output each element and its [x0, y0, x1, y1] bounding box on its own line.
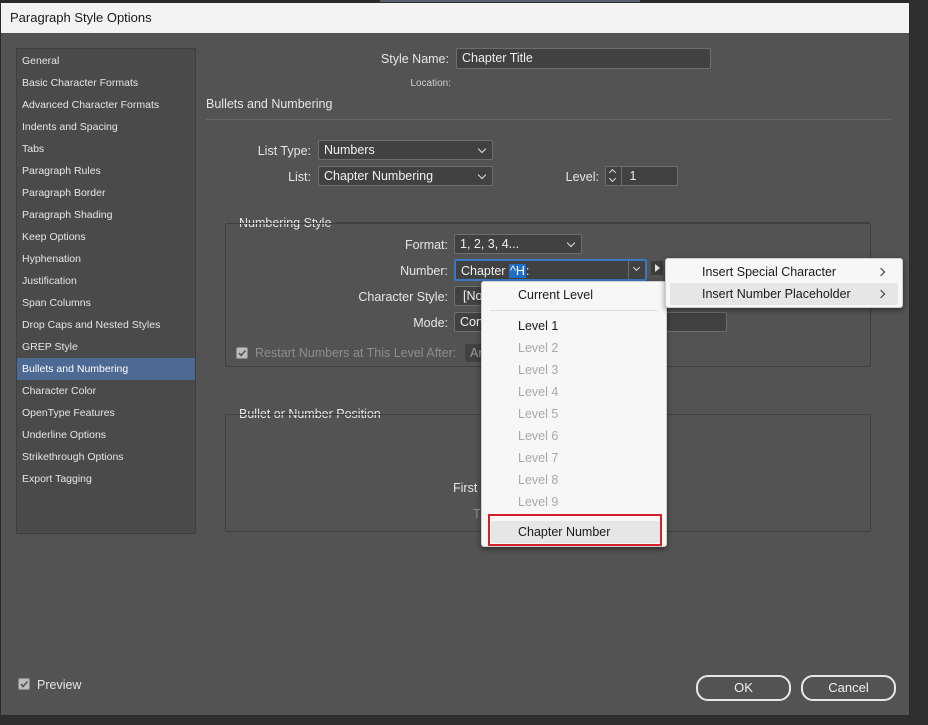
first-line-indent-label: First: [453, 481, 478, 495]
category-item-character-color[interactable]: Character Color: [17, 380, 195, 402]
list-dropdown[interactable]: Chapter Numbering: [318, 166, 493, 186]
category-item-keep-options[interactable]: Keep Options: [17, 226, 195, 248]
category-item-justification[interactable]: Justification: [17, 270, 195, 292]
style-name-label: Style Name:: [380, 52, 449, 66]
number-label: Number:: [400, 264, 448, 278]
checkmark-icon: [20, 680, 29, 688]
category-item-export-tagging[interactable]: Export Tagging: [17, 468, 195, 490]
location-label: Location:: [410, 78, 451, 89]
menu-item-level-8: Level 8: [518, 473, 559, 487]
level-stepper-arrows[interactable]: [606, 167, 622, 185]
category-item-grep-style[interactable]: GREP Style: [17, 336, 195, 358]
insert-menu[interactable]: Insert Special Character Insert Number P…: [665, 258, 903, 308]
list-label: List:: [288, 170, 311, 184]
level-label: Level:: [565, 170, 599, 184]
background-panel: [910, 0, 928, 725]
menu-item-level-9: Level 9: [518, 495, 559, 509]
category-list[interactable]: General Basic Character Formats Advanced C…: [16, 48, 196, 534]
background-bottom-bar: [0, 716, 928, 725]
dialog-title[interactable]: Paragraph Style Options: [1, 3, 909, 33]
menu-item-insert-special-character[interactable]: Insert Special Character: [670, 261, 898, 283]
category-item-tabs[interactable]: Tabs: [17, 138, 195, 160]
category-item-paragraph-shading[interactable]: Paragraph Shading: [17, 204, 195, 226]
category-item-advanced-character-formats[interactable]: Advanced Character Formats: [17, 94, 195, 116]
menu-item-current-level[interactable]: Current Level: [486, 284, 662, 306]
cancel-button[interactable]: Cancel: [801, 675, 896, 701]
chevron-right-icon: [876, 267, 886, 277]
category-item-general[interactable]: General: [17, 50, 195, 72]
paragraph-style-options-dialog: Paragraph Style Options General Basic Cha…: [0, 2, 910, 716]
insert-special-character-label: Insert Special Character: [702, 265, 837, 279]
number-input[interactable]: Chapter ^H:: [454, 259, 647, 281]
checkmark-icon: [238, 349, 247, 357]
level-stepper[interactable]: 1: [605, 166, 678, 186]
category-item-drop-caps-and-nested-styles[interactable]: Drop Caps and Nested Styles: [17, 314, 195, 336]
category-item-opentype-features[interactable]: OpenType Features: [17, 402, 195, 424]
menu-item-level-1[interactable]: Level 1: [486, 315, 662, 337]
category-item-bullets-and-numbering[interactable]: Bullets and Numbering: [17, 358, 195, 380]
format-label: Format:: [404, 238, 448, 252]
level-value: 1: [629, 169, 637, 183]
callout-highlight-box: [488, 514, 662, 546]
stepper-down-icon[interactable]: [608, 174, 617, 183]
character-style-label: Character Style:: [358, 290, 448, 304]
ok-button[interactable]: OK: [696, 675, 791, 701]
category-item-paragraph-border[interactable]: Paragraph Border: [17, 182, 195, 204]
style-name-input[interactable]: Chapter Title: [456, 48, 711, 69]
format-dropdown[interactable]: 1, 2, 3, 4...: [454, 234, 582, 254]
chevron-down-icon: [632, 263, 641, 272]
menu-item-level-2: Level 2: [518, 341, 559, 355]
preview-checkbox[interactable]: [18, 678, 30, 690]
category-item-hyphenation[interactable]: Hyphenation: [17, 248, 195, 270]
insert-number-placeholder-label: Insert Number Placeholder: [702, 287, 851, 301]
numbering-style-group-line: [336, 222, 870, 223]
category-item-paragraph-rules[interactable]: Paragraph Rules: [17, 160, 195, 182]
list-type-label: List Type:: [257, 144, 311, 158]
play-arrow-icon: [655, 264, 660, 272]
number-text-suffix: :: [525, 264, 530, 278]
section-divider: [206, 119, 891, 120]
restart-numbers-label: Restart Numbers at This Level After:: [255, 346, 457, 360]
category-item-strikethrough-options[interactable]: Strikethrough Options: [17, 446, 195, 468]
menu-item-level-4: Level 4: [518, 385, 559, 399]
tab-position-label: T: [473, 507, 481, 521]
menu-item-level-7: Level 7: [518, 451, 559, 465]
restart-numbers-checkbox[interactable]: [236, 347, 248, 359]
category-item-underline-options[interactable]: Underline Options: [17, 424, 195, 446]
menu-item-level-5: Level 5: [518, 407, 559, 421]
number-text-selection: ^H: [508, 264, 526, 278]
section-heading: Bullets and Numbering: [206, 97, 333, 111]
number-placeholder-menu[interactable]: Current Level Level 1 Level 2 Level 3 Le…: [481, 281, 667, 547]
menu-item-level-3: Level 3: [518, 363, 559, 377]
number-text-prefix: Chapter: [461, 264, 509, 278]
category-item-basic-character-formats[interactable]: Basic Character Formats: [17, 72, 195, 94]
mode-label: Mode:: [413, 316, 448, 330]
menu-item-level-6: Level 6: [518, 429, 559, 443]
menu-separator: [490, 310, 658, 311]
chevron-right-icon: [876, 289, 886, 299]
list-type-dropdown[interactable]: Numbers: [318, 140, 493, 160]
insert-menu-button[interactable]: [651, 261, 663, 275]
menu-item-insert-number-placeholder[interactable]: Insert Number Placeholder: [670, 283, 898, 305]
preview-label: Preview: [37, 678, 82, 692]
number-dropdown-toggle[interactable]: [628, 261, 645, 279]
category-item-span-columns[interactable]: Span Columns: [17, 292, 195, 314]
category-item-indents-and-spacing[interactable]: Indents and Spacing: [17, 116, 195, 138]
